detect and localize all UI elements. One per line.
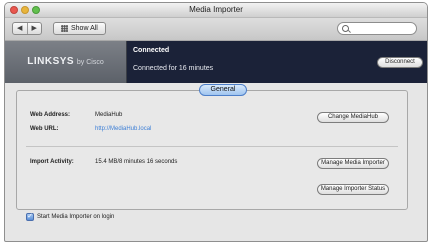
back-forward-buttons: ◀ ▶ [12, 22, 42, 35]
import-activity-value: 15.4 MB/8 minutes 16 seconds [95, 159, 178, 165]
start-on-login-checkbox[interactable]: ✓ [26, 213, 34, 221]
search-icon [342, 25, 349, 32]
web-url-link[interactable]: http://MediaHub.local [95, 126, 151, 132]
connection-status-detail: Connected for 16 minutes [133, 65, 214, 72]
manage-importer-status-button[interactable]: Manage Importer Status [317, 184, 389, 195]
back-arrow-icon[interactable]: ◀ [13, 23, 27, 34]
web-address-value: MediaHub [95, 112, 123, 118]
checkmark-icon: ✓ [27, 213, 33, 220]
connection-status-title: Connected [133, 47, 170, 54]
show-all-label: Show All [71, 25, 98, 32]
section-divider [26, 146, 398, 147]
linksys-logo: LINKSYS by Cisco [5, 41, 127, 83]
window-title: Media Importer [189, 5, 243, 14]
minimize-window-icon[interactable] [21, 6, 29, 14]
close-window-icon[interactable] [10, 6, 18, 14]
brand-main: LINKSYS [27, 56, 75, 67]
web-address-label: Web Address: [30, 112, 71, 118]
show-all-button[interactable]: Show All [53, 22, 106, 35]
manage-media-importer-button[interactable]: Manage Media Importer [317, 158, 389, 169]
title-bar: Media Importer [5, 3, 427, 18]
import-activity-label: Import Activity: [30, 159, 74, 165]
connection-banner: LINKSYS by Cisco Connected Connected for… [5, 41, 427, 83]
start-on-login-label[interactable]: Start Media Importer on login [37, 214, 114, 220]
show-all-grid-icon [61, 25, 68, 32]
brand-sub: by Cisco [76, 59, 104, 66]
disconnect-button[interactable]: Disconnect [377, 57, 423, 68]
toolbar: ◀ ▶ Show All [5, 18, 427, 41]
zoom-window-icon[interactable] [32, 6, 40, 14]
search-input[interactable] [337, 22, 417, 35]
change-mediahub-button[interactable]: Change MediaHub [317, 112, 389, 123]
tab-general[interactable]: General [199, 84, 247, 96]
forward-arrow-icon[interactable]: ▶ [26, 23, 42, 34]
web-url-label: Web URL: [30, 126, 59, 132]
